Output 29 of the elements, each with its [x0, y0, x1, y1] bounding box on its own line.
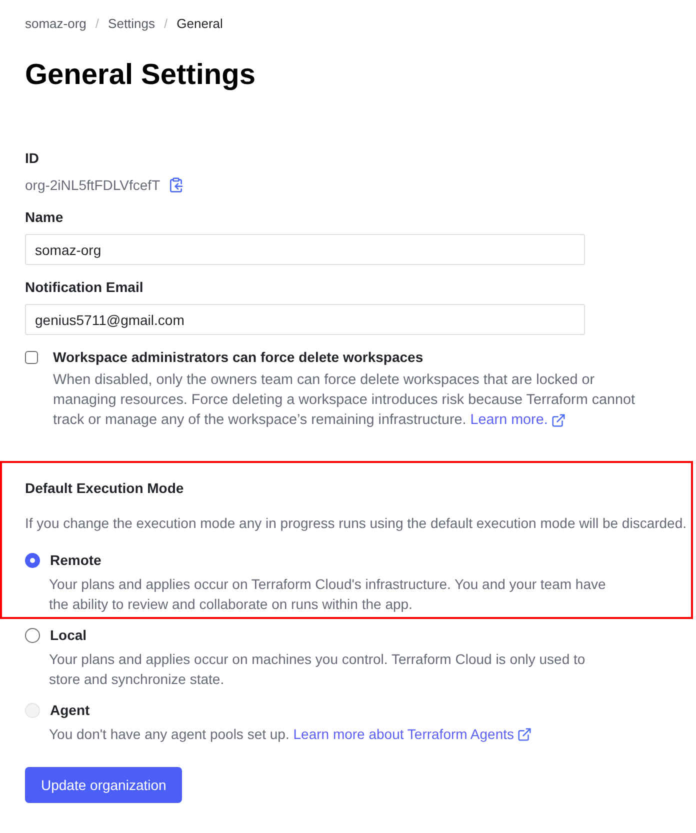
checkbox[interactable] [25, 351, 38, 364]
text-input[interactable]: somaz-org [25, 234, 585, 265]
option-description: Your plans and applies occur on machines you control. Terraform Cloud is only used to store and synchronize state. [49, 650, 586, 689]
breadcrumb-separator: / [95, 15, 100, 34]
learn-more-link[interactable]: Learn more. [470, 410, 566, 430]
page-title: General Settings [25, 58, 256, 92]
clipboard-icon[interactable] [168, 177, 184, 193]
checkbox-label[interactable]: Workspace administrators can force delete workspaces [53, 347, 647, 367]
description-text: When disabled, only the owners team can force delete workspaces that are locked or managing resources. Force deleting a workspace introduces risk because Terraform cannot track or manage any of the workspace’s remaining infrastructure. Learn more. [53, 371, 636, 430]
description-text: If you change the execution mode any in progress runs using the default execution mode will be discarded. [25, 514, 688, 533]
radio-button[interactable] [25, 628, 40, 642]
radio-button[interactable] [25, 552, 40, 568]
breadcrumb-separator: / [164, 15, 168, 34]
external-link-icon [550, 412, 566, 428]
field-label: Name [25, 208, 64, 227]
option-description: Your plans and applies occur on Terraform Cloud's infrastructure. You and your team have the ability to review and collaborate on runs within the app. [49, 575, 607, 614]
organization-id: org-2iNL5ftFDLVfcefT [25, 176, 160, 195]
radio-label[interactable]: Local [50, 624, 87, 646]
external-link-icon [517, 726, 532, 742]
breadcrumb-link[interactable]: General [176, 14, 223, 34]
field-label: ID [25, 149, 40, 168]
breadcrumb-link[interactable]: somaz-org [25, 14, 86, 34]
breadcrumb-link[interactable]: Settings [108, 14, 156, 34]
section-title: Default Execution Mode [25, 479, 185, 497]
option-description: You don't have any agent pools set up. Learn more about Terraform Agents [49, 724, 609, 744]
text-input[interactable]: genius5711@gmail.com [25, 304, 585, 335]
update-organization-button[interactable]: Update organization [25, 767, 182, 803]
radio-label[interactable]: Remote [50, 550, 102, 570]
field-label: Notification Email [25, 278, 144, 297]
